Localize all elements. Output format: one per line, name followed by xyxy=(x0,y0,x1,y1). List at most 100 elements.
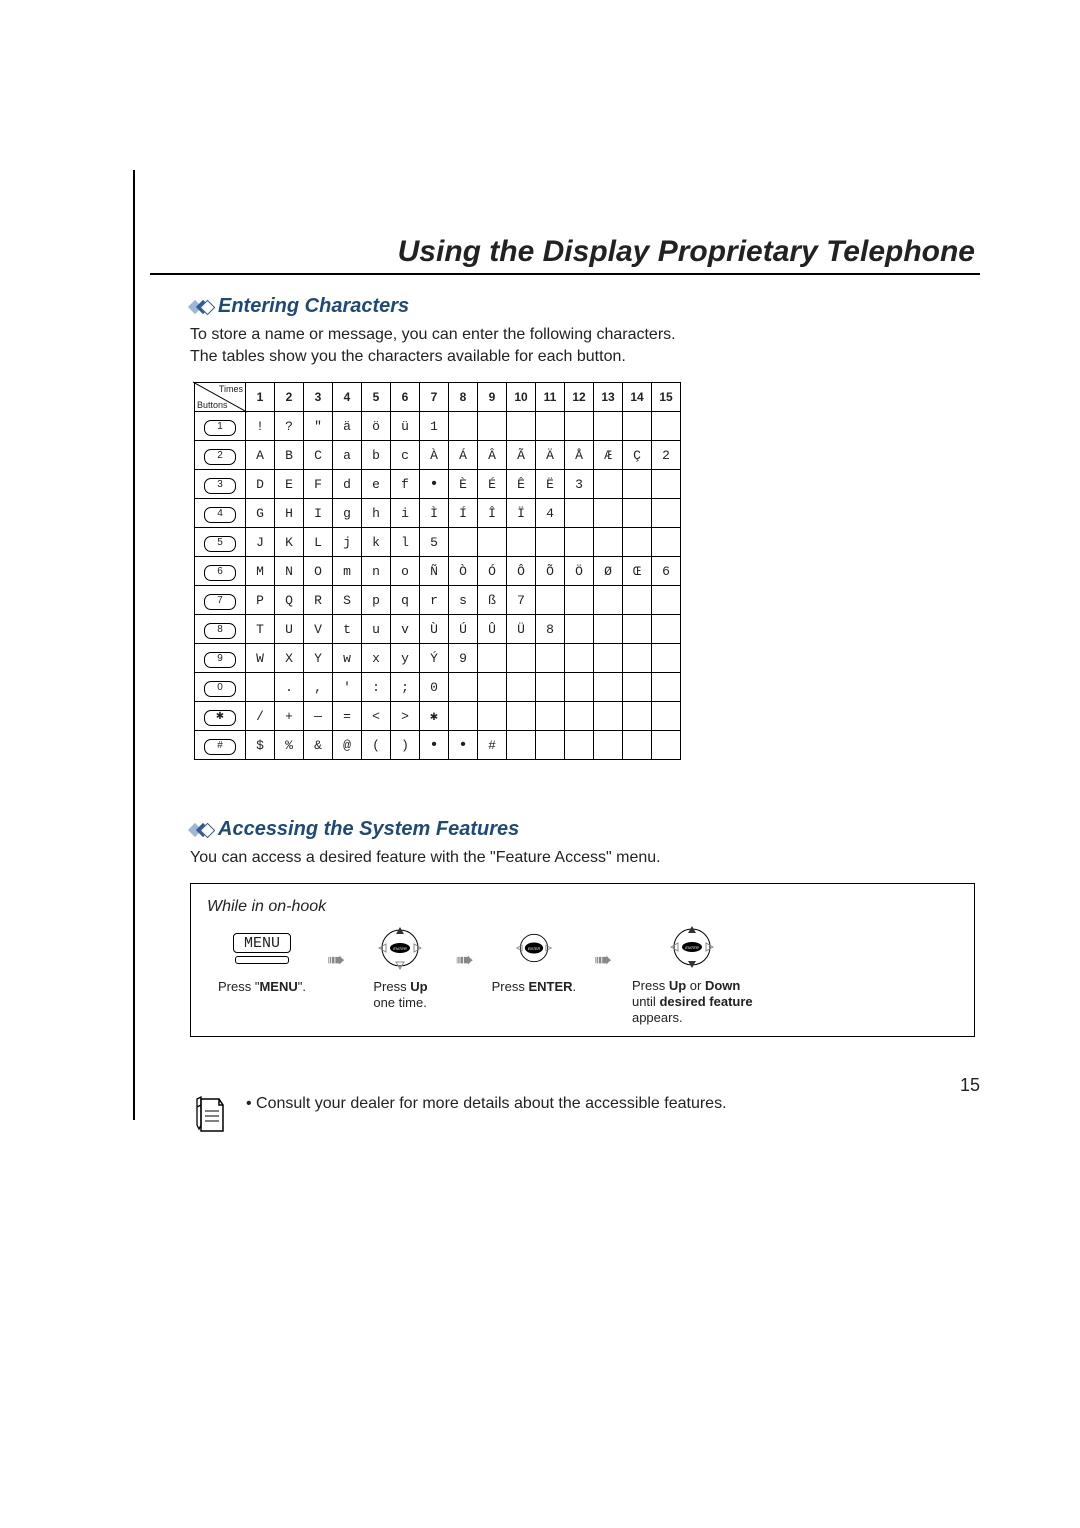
char-cell: # xyxy=(478,731,507,760)
char-cell xyxy=(507,702,536,731)
svg-text:ENTER: ENTER xyxy=(394,946,408,951)
char-cell xyxy=(565,615,594,644)
col: 12 xyxy=(565,383,594,412)
char-cell: Å xyxy=(565,441,594,470)
char-cell: ) xyxy=(391,731,420,760)
char-cell: ( xyxy=(362,731,391,760)
char-cell: d xyxy=(333,470,362,499)
char-cell: Ø xyxy=(594,557,623,586)
char-cell xyxy=(594,412,623,441)
navigator-enter-icon: ENTER xyxy=(513,930,555,966)
char-cell: " xyxy=(304,412,333,441)
key-cell: 2 xyxy=(195,441,246,470)
char-cell: 5 xyxy=(420,528,449,557)
char-cell: j xyxy=(333,528,362,557)
char-cell: = xyxy=(333,702,362,731)
char-cell: l xyxy=(391,528,420,557)
col: 6 xyxy=(391,383,420,412)
diamond-icon xyxy=(190,822,212,838)
char-cell: i xyxy=(391,499,420,528)
char-cell xyxy=(565,412,594,441)
char-cell: r xyxy=(420,586,449,615)
char-cell xyxy=(594,702,623,731)
char-cell xyxy=(536,412,565,441)
char-cell: v xyxy=(391,615,420,644)
char-cell xyxy=(565,673,594,702)
section-accessing-features: Accessing the System Features xyxy=(190,818,975,841)
char-cell: I xyxy=(304,499,333,528)
table-row: 6MNOmnoÑÒÓÔÕÖØŒ6 xyxy=(195,557,681,586)
key-cell: 7 xyxy=(195,586,246,615)
col: 11 xyxy=(536,383,565,412)
table-row: 2ABCabcÀÁÂÃÄÅÆÇ2 xyxy=(195,441,681,470)
char-cell: h xyxy=(362,499,391,528)
char-cell xyxy=(449,702,478,731)
char-cell: ✱ xyxy=(420,702,449,731)
diamond-icon xyxy=(190,299,212,315)
char-cell xyxy=(594,586,623,615)
char-cell xyxy=(623,499,652,528)
char-cell: 0 xyxy=(420,673,449,702)
table-row: 8TUVtuvÙÚÛÜ8 xyxy=(195,615,681,644)
table-header-row: Times Buttons 123456789101112131415 xyxy=(195,383,681,412)
char-cell xyxy=(594,644,623,673)
char-cell xyxy=(565,528,594,557)
corner-cell: Times Buttons xyxy=(195,383,246,412)
char-cell: ä xyxy=(333,412,362,441)
char-cell xyxy=(536,702,565,731)
table-row: 9WXYwxyÝ9 xyxy=(195,644,681,673)
char-cell: P xyxy=(246,586,275,615)
col: 4 xyxy=(333,383,362,412)
char-cell: : xyxy=(362,673,391,702)
char-cell xyxy=(623,528,652,557)
char-cell xyxy=(652,644,681,673)
content: Entering Characters To store a name or m… xyxy=(190,295,975,1140)
page: Using the Display Proprietary Telephone … xyxy=(0,0,1080,1528)
char-cell: 7 xyxy=(507,586,536,615)
table-row: 3DEFdef•ÈÉÊË3 xyxy=(195,470,681,499)
char-cell: s xyxy=(449,586,478,615)
navigator-up-icon: ENTER xyxy=(377,925,423,971)
char-cell: — xyxy=(304,702,333,731)
section-entering-characters: Entering Characters xyxy=(190,295,975,318)
note-icon xyxy=(190,1095,230,1140)
char-cell: ü xyxy=(391,412,420,441)
arrow-icon: ➠ xyxy=(323,947,349,1003)
char-cell: > xyxy=(391,702,420,731)
char-cell: Ö xyxy=(565,557,594,586)
char-cell: % xyxy=(275,731,304,760)
char-cell: O xyxy=(304,557,333,586)
col: 8 xyxy=(449,383,478,412)
char-cell: F xyxy=(304,470,333,499)
char-cell: Ë xyxy=(536,470,565,499)
char-cell: W xyxy=(246,644,275,673)
char-cell: Ò xyxy=(449,557,478,586)
char-cell: . xyxy=(275,673,304,702)
char-cell: S xyxy=(333,586,362,615)
char-cell: Á xyxy=(449,441,478,470)
key-cell: 1 xyxy=(195,412,246,441)
corner-top: Times xyxy=(219,384,243,394)
char-cell xyxy=(623,412,652,441)
char-cell xyxy=(565,702,594,731)
char-cell xyxy=(623,586,652,615)
char-cell: 6 xyxy=(652,557,681,586)
char-cell: È xyxy=(449,470,478,499)
char-cell: Q xyxy=(275,586,304,615)
char-cell: Ü xyxy=(507,615,536,644)
char-cell: q xyxy=(391,586,420,615)
char-cell xyxy=(507,673,536,702)
char-cell: Ï xyxy=(507,499,536,528)
char-cell: L xyxy=(304,528,333,557)
char-cell xyxy=(652,470,681,499)
key-cell: 8 xyxy=(195,615,246,644)
char-cell xyxy=(594,499,623,528)
char-cell: 8 xyxy=(536,615,565,644)
char-cell: G xyxy=(246,499,275,528)
char-cell: k xyxy=(362,528,391,557)
char-cell: Ú xyxy=(449,615,478,644)
key-cell: 9 xyxy=(195,644,246,673)
char-cell xyxy=(594,673,623,702)
char-cell xyxy=(652,731,681,760)
key-cell: 4 xyxy=(195,499,246,528)
